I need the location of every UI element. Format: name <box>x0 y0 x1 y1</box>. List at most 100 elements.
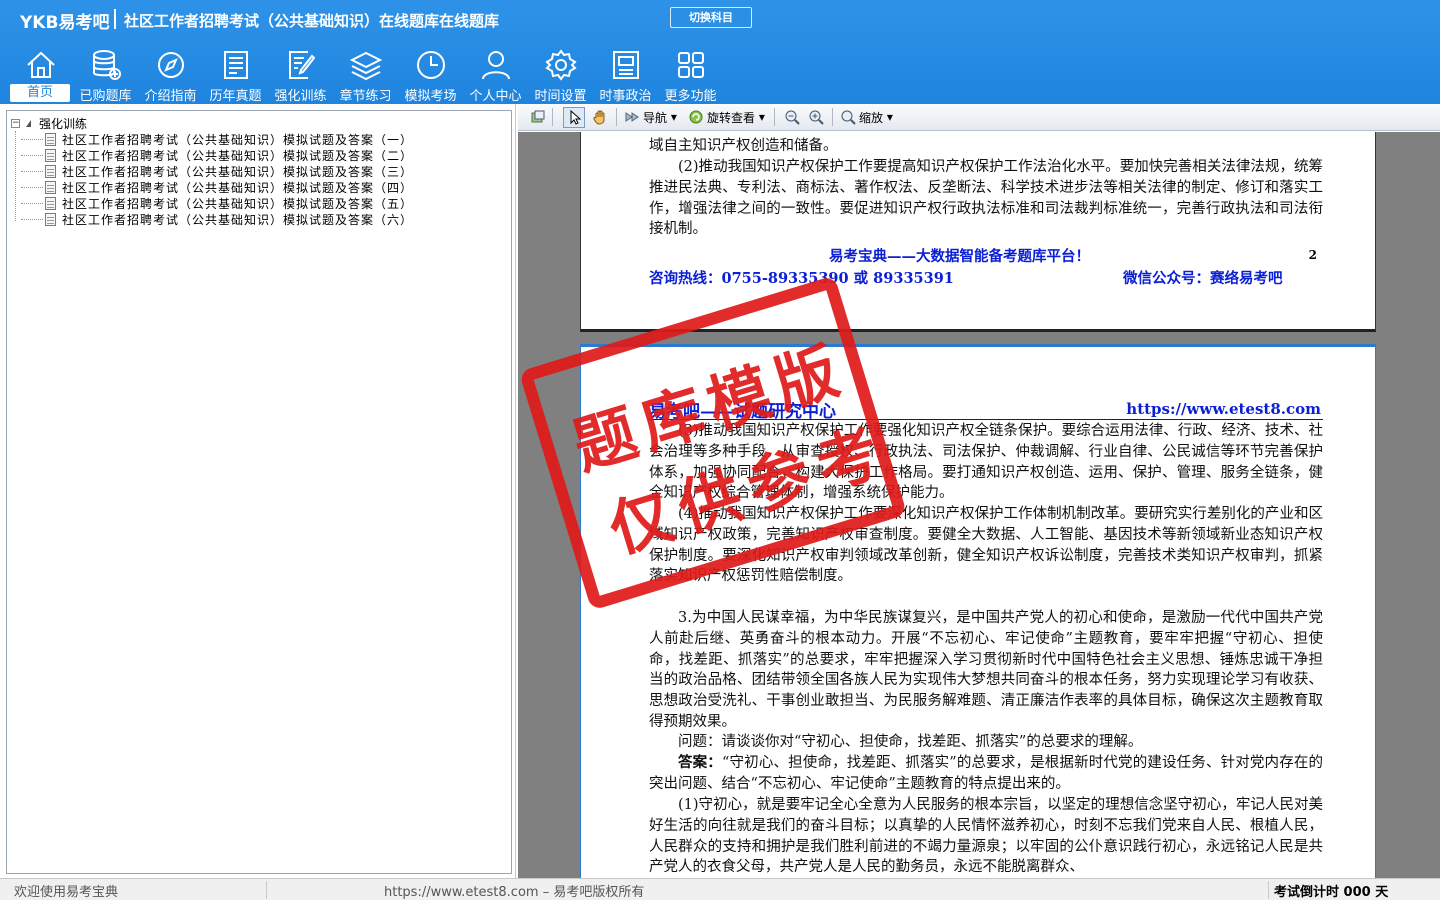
database-icon <box>89 48 123 82</box>
tree-item-label: 社区工作者招聘考试（公共基础知识）模拟试题及答案（六） <box>62 212 414 227</box>
page-header-url: https://www.etest8.com <box>1126 400 1321 418</box>
tree-item-label: 社区工作者招聘考试（公共基础知识）模拟试题及答案（三） <box>62 164 414 179</box>
tree-item[interactable]: 社区工作者招聘考试（公共基础知识）模拟试题及答案（二） <box>21 147 413 163</box>
document-icon <box>45 196 56 210</box>
nav-label: 介绍指南 <box>144 89 197 104</box>
tree-connector <box>15 131 16 221</box>
main-nav: 首页 已购题库 介绍指南 历年真题 强化训练 章节练习 模拟考场 个人中心 时间… <box>8 44 723 104</box>
tree-item[interactable]: 社区工作者招聘考试（公共基础知识）模拟试题及答案（六） <box>21 211 413 227</box>
cursor-icon <box>567 109 583 125</box>
rotate-icon <box>688 109 704 125</box>
document-icon <box>45 180 56 194</box>
zoom-out-icon <box>784 109 800 125</box>
rotate-dropdown[interactable]: 旋转查看 ▾ <box>688 107 765 127</box>
paragraph: (4)推动我国知识产权保护工作要深化知识产权保护工作体制机制改革。要研究实行差别… <box>649 506 1323 585</box>
nav-intensive[interactable]: 强化训练 <box>268 44 333 104</box>
tree-item[interactable]: 社区工作者招聘考试（公共基础知识）模拟试题及答案（三） <box>21 163 413 179</box>
tree-item[interactable]: 社区工作者招聘考试（公共基础知识）模拟试题及答案（四） <box>21 179 413 195</box>
document-icon <box>45 148 56 162</box>
save-icon <box>530 109 546 125</box>
nav-mock-exam[interactable]: 模拟考场 <box>398 44 463 104</box>
save-button[interactable] <box>530 107 549 127</box>
viewer-toolbar: 导航 ▾ 旋转查看 ▾ 缩放 ▾ <box>518 104 1440 131</box>
paragraph: (2)推动我国知识产权保护工作要提高知识产权保护工作法治化水平。要加快完善相关法… <box>649 159 1323 238</box>
switch-subject-button[interactable]: 切换科目 <box>670 7 752 28</box>
document-icon <box>45 164 56 178</box>
page-number: 2 <box>1308 248 1317 262</box>
navigation-icon <box>624 109 640 125</box>
tree-panel: − 强化训练 社区工作者招聘考试（公共基础知识）模拟试题及答案（一） 社区工作者… <box>0 104 516 878</box>
tree-item-label: 社区工作者招聘考试（公共基础知识）模拟试题及答案（二） <box>62 148 414 163</box>
user-icon <box>479 48 513 82</box>
tree-item-label: 社区工作者招聘考试（公共基础知识）模拟试题及答案（五） <box>62 196 414 211</box>
footer-wechat: 微信公众号：赛络易考吧 <box>1123 270 1283 287</box>
select-tool[interactable] <box>567 107 586 127</box>
nav-label: 时事政治 <box>599 89 652 104</box>
hand-icon <box>592 109 608 125</box>
nav-label: 时间设置 <box>534 89 587 104</box>
zoom-in-icon <box>808 109 824 125</box>
document-icon <box>45 132 56 146</box>
nav-profile[interactable]: 个人中心 <box>463 44 528 104</box>
status-copyright: https://www.etest8.com – 易考吧版权所有 <box>384 885 645 900</box>
nav-past-exams[interactable]: 历年真题 <box>203 44 268 104</box>
app-title: 社区工作者招聘考试（公共基础知识）在线题库在线题库 <box>124 12 500 30</box>
zoom-in-button[interactable] <box>808 107 827 127</box>
zoom-dropdown[interactable]: 缩放 ▾ <box>840 107 893 127</box>
document-page: 域自主知识产权创造和储备。 (2)推动我国知识产权保护工作要提高知识产权保护工作… <box>580 132 1376 332</box>
nav-more[interactable]: 更多功能 <box>658 44 723 104</box>
footer-hotline: 咨询热线：0755-89335390 或 89335391 <box>649 270 954 287</box>
answer-text: 答案：“守初心、担使命，找差距、抓落实”的总要求，是根据新时代党的建设任务、针对… <box>649 754 1324 792</box>
tree-item-label: 社区工作者招聘考试（公共基础知识）模拟试题及答案（四） <box>62 180 414 195</box>
tree-item[interactable]: 社区工作者招聘考试（公共基础知识）模拟试题及答案（五） <box>21 195 413 211</box>
navigation-dropdown[interactable]: 导航 ▾ <box>624 107 677 127</box>
grid-icon <box>674 48 708 82</box>
paragraph: 3.为中国人民谋幸福，为中华民族谋复兴，是中国共产党人的初心和使命，是激励一代代… <box>649 610 1323 730</box>
nav-label: 强化训练 <box>274 89 327 104</box>
title-bar: YKB易考吧 社区工作者招聘考试（公共基础知识）在线题库在线题库 切换科目 <box>0 0 1440 38</box>
paragraph: (1)守初心，就是要牢记全心全意为人民服务的根本宗旨，以坚定的理想信念坚守初心，… <box>649 797 1323 876</box>
paragraph: 域自主知识产权创造和储备。 <box>649 138 838 154</box>
nav-label: 已购题库 <box>79 89 132 104</box>
nav-current-affairs[interactable]: 时事政治 <box>593 44 658 104</box>
nav-chapter[interactable]: 章节练习 <box>333 44 398 104</box>
nav-label: 模拟考场 <box>404 89 457 104</box>
nav-label: 更多功能 <box>664 89 717 104</box>
tree-root[interactable]: − 强化训练 <box>11 115 87 131</box>
clock-icon <box>414 48 448 82</box>
status-welcome: 欢迎使用易考宝典 <box>14 885 119 900</box>
paragraph: (3)推动我国知识产权保护工作要强化知识产权全链条保护。要综合运用法律、行政、经… <box>649 423 1323 502</box>
zoom-out-button[interactable] <box>784 107 803 127</box>
nav-time-settings[interactable]: 时间设置 <box>528 44 593 104</box>
tree-item[interactable]: 社区工作者招聘考试（公共基础知识）模拟试题及答案（一） <box>21 131 413 147</box>
brand-logo: YKB易考吧 <box>20 13 110 33</box>
nav-label: 首页 <box>10 84 70 102</box>
magnifier-icon <box>840 109 856 125</box>
tree-root-label: 强化训练 <box>39 116 88 131</box>
gear-icon <box>544 48 578 82</box>
layers-icon <box>349 48 383 82</box>
document-scroll-area[interactable]: 域自主知识产权创造和储备。 (2)推动我国知识产权保护工作要提高知识产权保护工作… <box>518 132 1440 878</box>
folder-arrow-icon <box>26 119 31 127</box>
header: YKB易考吧 社区工作者招聘考试（公共基础知识）在线题库在线题库 切换科目 首页… <box>0 0 1440 104</box>
hand-tool[interactable] <box>592 107 611 127</box>
nav-label: 历年真题 <box>209 89 262 104</box>
nav-home[interactable]: 首页 <box>8 44 73 104</box>
answer-label: 答案： <box>678 754 722 771</box>
newspaper-icon <box>609 48 643 82</box>
tree-view: − 强化训练 社区工作者招聘考试（公共基础知识）模拟试题及答案（一） 社区工作者… <box>6 110 512 874</box>
nav-label: 个人中心 <box>469 89 522 104</box>
status-bar: 欢迎使用易考宝典 https://www.etest8.com – 易考吧版权所… <box>0 878 1440 900</box>
nav-purchased[interactable]: 已购题库 <box>73 44 138 104</box>
exam-countdown: 考试倒计时 000 天 <box>1274 885 1389 900</box>
document-list-icon <box>219 48 253 82</box>
document-page: 易考吧——试题研究中心 https://www.etest8.com (3)推动… <box>580 344 1376 878</box>
home-icon <box>24 48 58 82</box>
document-viewer: 导航 ▾ 旋转查看 ▾ 缩放 ▾ 域自主知识产权创造和储备。 (2)推动我国知识… <box>518 104 1440 878</box>
app-window: YKB易考吧 社区工作者招聘考试（公共基础知识）在线题库在线题库 切换科目 首页… <box>0 0 1440 900</box>
nav-guide[interactable]: 介绍指南 <box>138 44 203 104</box>
footer-slogan: 易考宝典——大数据智能备考题库平台！ <box>829 248 1090 265</box>
collapse-icon[interactable]: − <box>11 118 20 128</box>
header-rule <box>649 419 1323 420</box>
question-text: 问题：请谈谈你对“守初心、担使命，找差距、抓落实”的总要求的理解。 <box>678 734 1143 750</box>
